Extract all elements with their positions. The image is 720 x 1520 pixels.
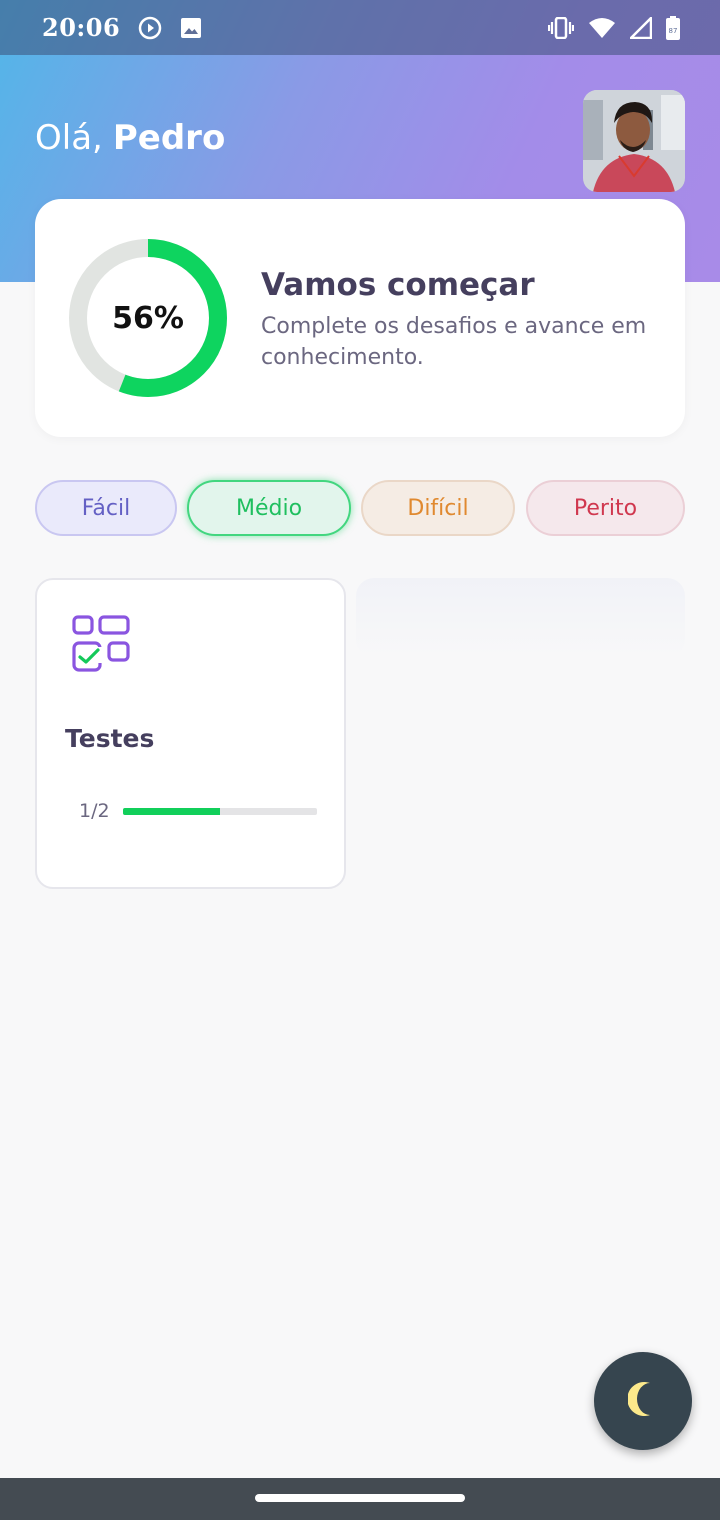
level-medium-button[interactable]: Médio bbox=[187, 480, 351, 536]
progress-card: 56% Vamos começar Complete os desafios e… bbox=[35, 199, 685, 437]
topic-card-tests[interactable]: Testes 1/2 bbox=[35, 578, 346, 889]
progress-card-title: Vamos começar bbox=[261, 267, 535, 303]
status-time: 20:06 bbox=[42, 13, 121, 42]
moon-icon bbox=[627, 1381, 658, 1421]
battery-level: 87 bbox=[669, 27, 678, 35]
theme-toggle-button[interactable] bbox=[594, 1352, 692, 1450]
vibrate-icon bbox=[548, 16, 574, 39]
topic-progress-bar bbox=[123, 808, 317, 815]
topic-name: Testes bbox=[65, 724, 155, 753]
level-easy-button[interactable]: Fácil bbox=[35, 480, 177, 536]
status-bar: 20:06 87 bbox=[0, 0, 720, 55]
greeting: Olá, Pedro bbox=[35, 118, 225, 158]
signal-icon bbox=[630, 16, 652, 39]
topic-progress-count: 1/2 bbox=[79, 800, 110, 822]
level-expert-button[interactable]: Perito bbox=[526, 480, 685, 536]
greeting-text: Olá, bbox=[35, 118, 103, 158]
tests-checklist-icon bbox=[71, 614, 133, 676]
media-play-icon bbox=[138, 16, 162, 40]
progress-percent: 56% bbox=[112, 300, 184, 336]
level-hard-button[interactable]: Difícil bbox=[361, 480, 515, 536]
topic-card-placeholder bbox=[356, 578, 685, 658]
user-name: Pedro bbox=[112, 118, 226, 158]
avatar[interactable] bbox=[583, 90, 685, 192]
wifi-icon bbox=[588, 17, 616, 39]
progress-ring: 56% bbox=[67, 237, 229, 399]
progress-card-subtitle: Complete os desafios e avance em conheci… bbox=[261, 314, 647, 370]
battery-icon: 87 bbox=[666, 15, 680, 40]
topic-progress-fill bbox=[123, 808, 220, 815]
home-gesture-handle[interactable] bbox=[255, 1494, 465, 1502]
level-filter: Fácil Médio Difícil Perito bbox=[0, 480, 720, 536]
image-icon bbox=[180, 17, 202, 39]
system-navigation-bar bbox=[0, 1478, 720, 1520]
